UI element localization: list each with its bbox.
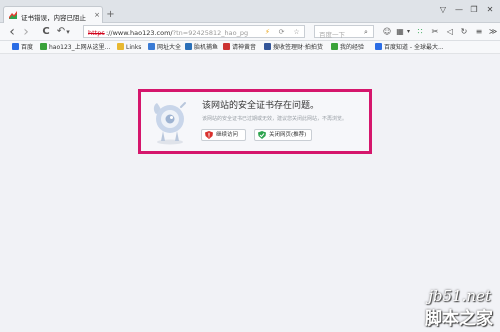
navigation-bar: ‹ › C ↶ ▾ https ://www.hao123.com/?tn=92…	[0, 23, 500, 41]
baidu-zhidao-icon	[375, 43, 382, 50]
bookmark-zhidao[interactable]: 百度知道 - 全球最大...	[375, 43, 444, 52]
new-tab-button[interactable]: +	[105, 10, 116, 21]
bookmark-finance[interactable]: 搜收签理财·拍拍货	[264, 43, 323, 52]
close-page-button[interactable]: 关闭网页(推荐)	[254, 129, 312, 141]
bookmark-label: 百度知道 - 全球最大...	[384, 44, 444, 51]
site-directory-icon	[148, 43, 155, 50]
security-warning-illustration-icon	[153, 102, 186, 145]
watermark-site: jb51.net	[428, 287, 491, 305]
bookmark-fishing[interactable]: 胎机捕鱼	[185, 43, 218, 52]
bookmark-label: 我的经验	[340, 44, 365, 51]
site-watermark: jb51.net 脚本之家	[405, 287, 497, 329]
bookmark-label: Links	[126, 44, 142, 51]
more-icon[interactable]: ≫	[487, 26, 499, 38]
star-icon[interactable]: ☆	[292, 28, 301, 37]
experience-icon	[331, 43, 338, 50]
watermark-name: 脚本之家	[425, 309, 493, 329]
mute-icon[interactable]: ◁	[444, 26, 456, 38]
close-page-label: 关闭网页(推荐)	[269, 132, 307, 138]
search-box[interactable]: 百度一下 ⌕	[314, 25, 374, 39]
shield-warning-icon	[205, 131, 213, 139]
search-placeholder: 百度一下	[319, 31, 345, 39]
bookmark-links[interactable]: Links	[117, 43, 141, 52]
music-icon	[223, 43, 230, 50]
url-text: ://www.hao123.com/?tn=92425812_hao_pg	[106, 29, 248, 37]
grid-dropdown-icon[interactable]: ▾	[405, 26, 412, 38]
url-query: ?tn=92425812_hao_pg	[172, 29, 249, 37]
apps-icon[interactable]: ∷	[414, 26, 426, 38]
minimize-button[interactable]: —	[452, 4, 466, 16]
scissors-icon[interactable]: ✂	[429, 26, 441, 38]
menu-icon[interactable]: ≡	[473, 26, 485, 38]
refresh-icon[interactable]: C	[40, 26, 52, 38]
fish-game-icon	[185, 43, 192, 50]
hao123-icon	[40, 43, 47, 50]
bookmark-label: 百度	[21, 44, 34, 51]
sync-icon[interactable]: ↻	[458, 26, 470, 38]
bookmark-label: 请神黄音	[232, 44, 257, 51]
close-window-button[interactable]: ✕	[483, 4, 497, 16]
finance-icon	[264, 43, 271, 50]
bookmark-label: 胎机捕鱼	[194, 44, 219, 51]
bookmark-music[interactable]: 请神黄音	[223, 43, 256, 52]
hao123-favicon-icon	[9, 11, 17, 19]
bookmark-label: hao123_上网从这里...	[49, 44, 111, 51]
bookmark-label: 网址大全	[157, 44, 182, 51]
forward-icon[interactable]: ›	[20, 25, 32, 39]
error-title: 该网站的安全证书存在问题。	[202, 101, 320, 111]
address-bar[interactable]: https ://www.hao123.com/?tn=92425812_hao…	[83, 25, 305, 38]
bookmark-site-directory[interactable]: 网址大全	[148, 43, 181, 52]
continue-visit-button[interactable]: 继续访问	[201, 129, 246, 141]
bookmark-experience[interactable]: 我的经验	[331, 43, 364, 52]
baidu-icon	[12, 43, 19, 50]
folder-icon	[117, 43, 124, 50]
url-scheme: https	[88, 29, 105, 37]
reload-site-icon[interactable]: ⟳	[277, 28, 286, 37]
tab-title: 证书错误，内容已阻止	[21, 14, 86, 22]
title-bar: 证书错误，内容已阻止 × + ▽ — ❐ ✕	[0, 0, 500, 23]
browser-menu-icon[interactable]: ▽	[436, 4, 450, 16]
bookmark-label: 搜收签理财·拍拍货	[273, 44, 323, 51]
certificate-error-panel: 该网站的安全证书存在问题。 该网站的安全证书已过期或无效，建议您关闭此网站，不再…	[138, 89, 372, 154]
tab-close-icon[interactable]: ×	[93, 11, 101, 19]
continue-visit-label: 继续访问	[216, 132, 239, 138]
bookmark-baidu[interactable]: 百度	[12, 43, 33, 52]
undo-dropdown-icon[interactable]: ▾	[64, 26, 72, 38]
back-icon[interactable]: ‹	[6, 25, 18, 39]
browser-tab[interactable]: 证书错误，内容已阻止 ×	[3, 6, 103, 23]
search-icon[interactable]: ⌕	[361, 27, 371, 37]
chat-icon[interactable]: ☺	[381, 26, 393, 38]
lightning-icon[interactable]: ⚡	[263, 28, 272, 37]
url-host: ://www.hao123.com/	[106, 29, 173, 37]
bookmarks-bar: 百度 hao123_上网从这里... Links 网址大全 胎机捕鱼 请神黄音 …	[0, 41, 500, 54]
shield-check-icon	[258, 131, 266, 139]
bookmark-hao123[interactable]: hao123_上网从这里...	[40, 43, 110, 52]
restore-button[interactable]: ❐	[467, 4, 481, 16]
error-description: 该网站的安全证书已过期或无效，建议您关闭此网站，不再浏览。	[202, 116, 348, 122]
